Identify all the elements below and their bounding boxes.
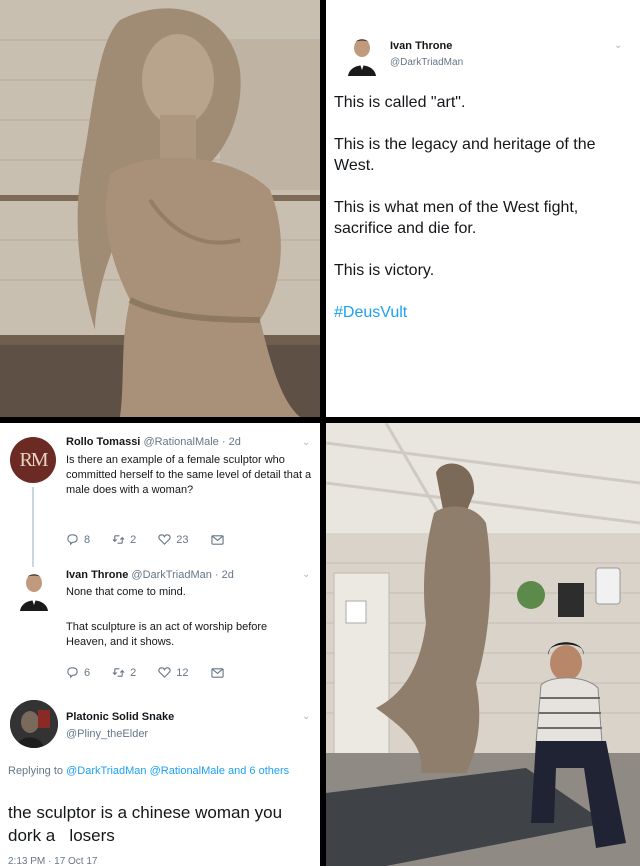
ivan-handle[interactable]: @DarkTriadMan — [390, 57, 463, 68]
ivan-reply-avatar[interactable] — [18, 571, 50, 611]
thread-connector — [32, 487, 34, 567]
reply-button[interactable]: 8 — [66, 533, 90, 546]
tweet-line-4: This is victory. — [334, 262, 435, 279]
retweet-icon — [112, 668, 125, 677]
hashtag-link[interactable]: #DeusVult — [334, 302, 629, 323]
rollo-avatar-initials: RM — [19, 448, 48, 471]
ivan-reply-text-1: None that come to mind. — [66, 586, 186, 598]
ivan-reply-header: Ivan Throne @DarkTriadMan · 2d — [66, 569, 234, 581]
chevron-down-icon[interactable]: ⌄ — [614, 40, 622, 51]
like-count: 12 — [176, 666, 189, 679]
rollo-name[interactable]: Rollo Tomassi — [66, 436, 140, 448]
replying-to: Replying to @DarkTriadMan @RationalMale … — [8, 763, 308, 779]
studio-photo-bottom — [326, 423, 640, 866]
rollo-header: Rollo Tomassi @RationalMale · 2d — [66, 436, 241, 448]
snake-text: the sculptor is a chinese woman you dork… — [8, 803, 287, 845]
replying-prefix: Replying to — [8, 765, 67, 777]
snake-handle[interactable]: @Pliny_theElder — [66, 728, 148, 740]
chevron-down-icon[interactable]: ⌄ — [302, 437, 310, 448]
reply-thread: RM Rollo Tomassi @RationalMale · 2d ⌄ Is… — [0, 423, 320, 866]
message-button[interactable] — [210, 666, 224, 679]
studio-illustration — [326, 423, 640, 866]
retweet-icon — [112, 535, 125, 544]
reply-count: 6 — [84, 666, 91, 679]
ivan-reply-meta[interactable]: @DarkTriadMan · 2d — [131, 569, 233, 581]
sculpture-photo-top — [0, 0, 320, 417]
tweet-line-1: This is called "art". — [334, 94, 466, 111]
retweet-count: 2 — [130, 533, 137, 546]
chevron-down-icon[interactable]: ⌄ — [302, 711, 310, 722]
retweet-button[interactable]: 2 — [112, 666, 136, 679]
ivan-reply-text-2: That sculpture is an act of worship befo… — [66, 621, 268, 648]
heart-icon — [158, 534, 171, 545]
snake-name[interactable]: Platonic Solid Snake — [66, 711, 174, 723]
reply-count: 8 — [84, 533, 91, 546]
rollo-avatar[interactable]: RM — [10, 437, 56, 483]
like-button[interactable]: 23 — [158, 533, 189, 546]
heart-icon — [158, 667, 171, 678]
top-tweet-card: Ivan Throne @DarkTriadMan ⌄ This is call… — [326, 0, 640, 417]
tweet-line-3: This is what men of the West fight, sacr… — [334, 199, 579, 237]
reply-button[interactable]: 6 — [66, 666, 90, 679]
rollo-text: Is there an example of a female sculptor… — [66, 454, 312, 496]
ivan-reply-actions: 6 2 12 — [66, 666, 246, 679]
reply-icon — [67, 534, 78, 546]
retweet-count: 2 — [130, 666, 137, 679]
like-count: 23 — [176, 533, 189, 546]
ivan-avatar[interactable] — [346, 36, 378, 76]
rollo-meta[interactable]: @RationalMale · 2d — [143, 436, 240, 448]
chevron-down-icon[interactable]: ⌄ — [302, 569, 310, 580]
rollo-actions: 8 2 23 — [66, 533, 246, 546]
snake-avatar[interactable] — [10, 700, 58, 748]
tweet-line-2: This is the legacy and heritage of the W… — [334, 136, 596, 174]
like-button[interactable]: 12 — [158, 666, 189, 679]
replying-to-links[interactable]: @DarkTriadMan @RationalMale and 6 others — [66, 765, 289, 777]
sculpture-illustration — [0, 0, 320, 417]
reply-icon — [67, 667, 78, 679]
tweet-body: This is called "art". This is the legacy… — [334, 92, 629, 323]
retweet-button[interactable]: 2 — [112, 533, 136, 546]
ivan-reply-name[interactable]: Ivan Throne — [66, 569, 128, 581]
ivan-name[interactable]: Ivan Throne — [390, 40, 452, 52]
snake-timestamp: 2:13 PM · 17 Oct 17 — [8, 856, 98, 866]
message-button[interactable] — [210, 533, 224, 546]
envelope-icon — [210, 535, 224, 545]
envelope-icon — [210, 668, 224, 678]
